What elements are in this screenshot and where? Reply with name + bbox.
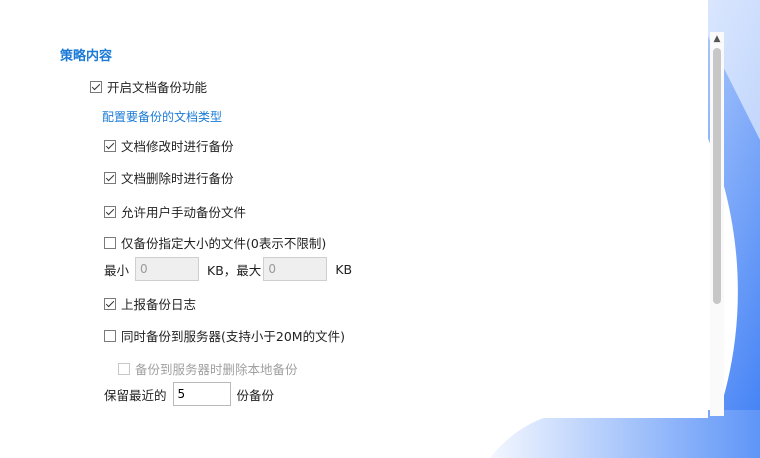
delete-local-checkbox[interactable] bbox=[118, 362, 130, 375]
size-range-row: 最小 KB， 最大 KB bbox=[104, 257, 352, 281]
policy-panel: 策略内容 开启文档备份功能 配置要备份的文档类型 文档修改时进行备份 文档删除时… bbox=[0, 0, 708, 418]
backup-on-delete-option[interactable]: 文档删除时进行备份 bbox=[104, 168, 234, 187]
min-size-label: 最小 bbox=[104, 262, 130, 278]
sync-server-label: 同时备份到服务器(支持小于20M的文件) bbox=[121, 329, 345, 344]
enable-backup-label: 开启文档备份功能 bbox=[107, 80, 208, 95]
backup-on-modify-label: 文档修改时进行备份 bbox=[121, 139, 234, 154]
retain-row: 保留最近的 份备份 bbox=[104, 382, 274, 406]
delete-local-option[interactable]: 备份到服务器时删除本地备份 bbox=[118, 359, 298, 378]
retain-count-input[interactable] bbox=[172, 382, 231, 406]
retain-prefix: 保留最近的 bbox=[104, 387, 167, 403]
max-size-label: 最大 bbox=[236, 262, 262, 278]
retain-suffix: 份备份 bbox=[236, 387, 275, 403]
report-log-label: 上报备份日志 bbox=[121, 297, 197, 312]
min-size-unit: KB， bbox=[207, 262, 237, 278]
backup-on-modify-checkbox[interactable] bbox=[104, 139, 116, 152]
allow-manual-checkbox[interactable] bbox=[104, 205, 116, 218]
backup-on-modify-option[interactable]: 文档修改时进行备份 bbox=[104, 136, 234, 155]
max-size-input[interactable] bbox=[263, 257, 328, 281]
allow-manual-option[interactable]: 允许用户手动备份文件 bbox=[104, 202, 246, 221]
sync-server-checkbox[interactable] bbox=[104, 329, 116, 342]
sync-server-option[interactable]: 同时备份到服务器(支持小于20M的文件) bbox=[104, 326, 345, 345]
backup-on-delete-label: 文档删除时进行备份 bbox=[121, 171, 234, 186]
section-title: 策略内容 bbox=[60, 49, 113, 64]
size-limit-checkbox[interactable] bbox=[104, 236, 116, 249]
chevron-up-icon[interactable]: ▲ bbox=[710, 32, 724, 46]
backup-on-delete-checkbox[interactable] bbox=[104, 171, 116, 184]
report-log-option[interactable]: 上报备份日志 bbox=[104, 294, 196, 313]
size-limit-option[interactable]: 仅备份指定大小的文件(0表示不限制) bbox=[104, 233, 326, 252]
enable-backup-checkbox[interactable] bbox=[90, 80, 102, 93]
allow-manual-label: 允许用户手动备份文件 bbox=[121, 205, 247, 220]
report-log-checkbox[interactable] bbox=[104, 297, 116, 310]
size-limit-label: 仅备份指定大小的文件(0表示不限制) bbox=[121, 236, 327, 251]
max-size-unit: KB bbox=[335, 261, 353, 277]
scrollbar-thumb[interactable] bbox=[713, 48, 721, 304]
doc-types-label: 配置要备份的文档类型 bbox=[102, 110, 223, 124]
delete-local-label: 备份到服务器时删除本地备份 bbox=[135, 362, 298, 377]
min-size-input[interactable] bbox=[135, 257, 200, 281]
vertical-scrollbar[interactable]: ▲ bbox=[710, 32, 724, 416]
enable-backup-option[interactable]: 开启文档备份功能 bbox=[90, 77, 207, 96]
